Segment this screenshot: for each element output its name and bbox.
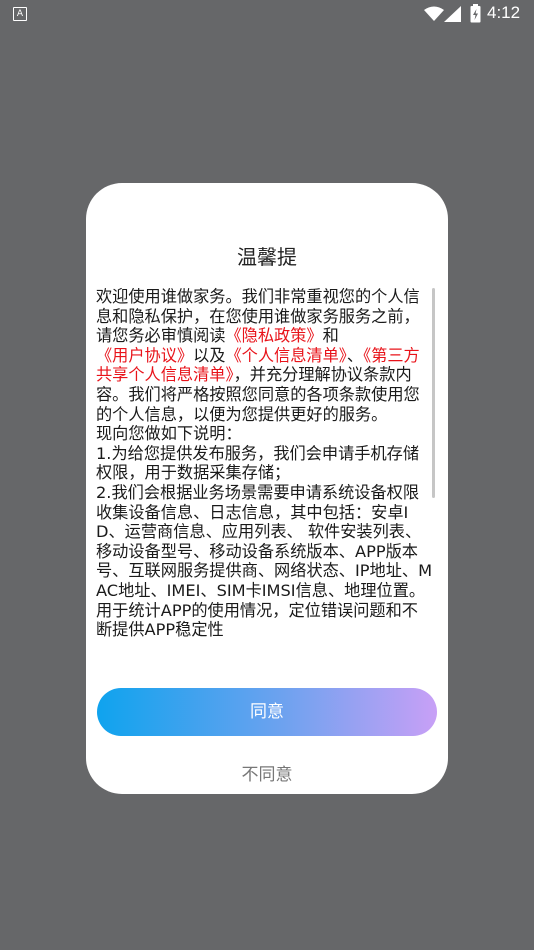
privacy-dialog: 温馨提 欢迎使用谁做家务。我们非常重视您的个人信息和隐私保护，在您使用谁做家务服… xyxy=(86,183,448,794)
clock: 4:12 xyxy=(487,3,521,22)
status-bar: A 4:12 xyxy=(0,0,534,28)
notification-icon: A xyxy=(13,7,27,21)
dialog-content-scroll[interactable]: 欢迎使用谁做家务。我们非常重视您的个人信息和隐私保护，在您使用谁做家务服务之前，… xyxy=(96,287,438,680)
agree-button[interactable]: 同意 xyxy=(97,688,437,736)
explanation-item: 1.为给您提供发布服务，我们会申请手机存储权限，用于数据采集存储； xyxy=(96,443,420,483)
dialog-content: 欢迎使用谁做家务。我们非常重视您的个人信息和隐私保护，在您使用谁做家务服务之前，… xyxy=(96,287,434,640)
intro-text: 和 xyxy=(322,326,339,346)
privacy-policy-link[interactable]: 《隐私政策》 xyxy=(226,326,323,345)
disagree-button[interactable]: 不同意 xyxy=(86,760,448,785)
signal-icon xyxy=(444,6,461,22)
wifi-icon xyxy=(424,6,444,21)
explanation-heading: 现向您做如下说明： xyxy=(96,424,242,444)
explanation-item: 2.我们会根据业务场景需要申请系统设备权限收集设备信息、日志信息，其中包括：安卓… xyxy=(96,482,433,640)
dialog-title: 温馨提 xyxy=(237,245,297,269)
battery-icon xyxy=(470,4,481,23)
user-agreement-link[interactable]: 《用户协议》 xyxy=(96,346,193,365)
scrollbar[interactable] xyxy=(432,288,435,498)
personal-info-list-link[interactable]: 《个人信息清单》 xyxy=(226,346,347,365)
intro-paragraph: 欢迎使用谁做家务。我们非常重视您的个人信息和隐私保护，在您使用谁做家务服务之前，… xyxy=(96,287,434,424)
intro-text: 以及 xyxy=(193,345,226,365)
intro-text: 、 xyxy=(346,345,364,365)
